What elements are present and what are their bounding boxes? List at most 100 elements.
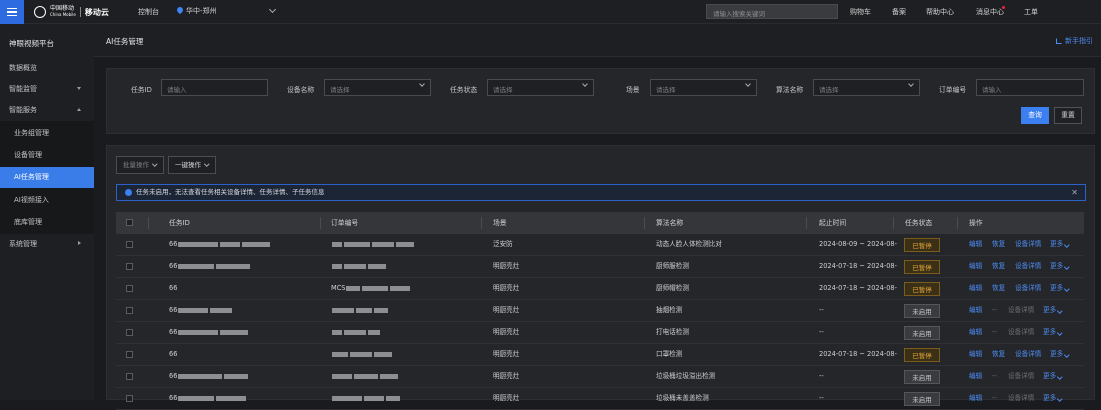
time-cell: -- [819, 306, 824, 314]
more-menu[interactable]: 更多 [1043, 366, 1063, 388]
device-detail-link[interactable]: 设备详情 [1008, 366, 1034, 388]
restore-link[interactable]: 恢复 [992, 278, 1005, 300]
order-cell [331, 234, 476, 256]
edit-link[interactable]: 编辑 [969, 344, 982, 366]
menu-button[interactable] [0, 0, 24, 24]
device-select[interactable]: 请选择 [324, 79, 431, 96]
header-time: 起止时间 [819, 219, 847, 227]
logo[interactable]: 中国移动 China Mobile 移动云 [34, 5, 109, 19]
chevron-down-icon [1064, 263, 1070, 269]
more-menu[interactable]: 更多 [1043, 322, 1063, 344]
sidebar-item-base-library[interactable]: 底库管理 [0, 212, 94, 233]
device-detail-link[interactable]: 设备详情 [1008, 322, 1034, 344]
row-checkbox[interactable] [126, 373, 133, 380]
time-cell: -- [819, 372, 824, 380]
sidebar-item-business-group[interactable]: 业务组管理 [0, 123, 94, 144]
restore-link[interactable]: 恢复 [992, 256, 1005, 278]
guide-link[interactable]: 新手指引 [1056, 36, 1093, 46]
scene-select[interactable]: 请选择 [650, 79, 757, 96]
edit-link[interactable]: 编辑 [969, 366, 982, 388]
device-detail-link[interactable]: 设备详情 [1008, 300, 1034, 322]
logo-cm-text: 中国移动 [50, 5, 75, 12]
batch-ops-button[interactable]: 批量操作 [116, 156, 164, 174]
time-cell: 2024-08-09 ~ 2024-08- [819, 240, 897, 248]
order-cell [331, 300, 476, 322]
more-menu[interactable]: 更多 [1050, 234, 1070, 256]
edit-link[interactable]: 编辑 [969, 256, 982, 278]
algo-cell: 打电话检测 [656, 328, 689, 336]
edit-link[interactable]: 编辑 [969, 388, 982, 410]
redacted-block [332, 329, 342, 335]
restore-link[interactable]: 恢复 [992, 344, 1005, 366]
sidebar-item-ai-video[interactable]: AI视频接入 [0, 190, 94, 211]
redacted-block [178, 241, 219, 247]
more-menu[interactable]: 更多 [1050, 344, 1070, 366]
device-detail-link[interactable]: 设备详情 [1008, 388, 1034, 410]
more-menu[interactable]: 更多 [1043, 388, 1063, 410]
select-all-checkbox[interactable] [126, 219, 133, 226]
region-selector[interactable]: 华中-郑州 [177, 5, 276, 16]
ticket-link[interactable]: 工单 [1024, 7, 1038, 17]
row-checkbox[interactable] [126, 329, 133, 336]
table-row: 66 明厨亮灶 打电话检测 -- 未启用 编辑 -- 设备详情 更多 [116, 322, 1084, 344]
device-detail-link[interactable]: 设备详情 [1015, 344, 1041, 366]
chevron-down-icon [152, 161, 158, 167]
reset-button[interactable]: 重置 [1054, 107, 1082, 124]
redacted-block [374, 307, 388, 313]
algo-cell: 垃圾桶垃圾溢出检测 [656, 372, 716, 380]
row-checkbox[interactable] [126, 285, 133, 292]
redacted-block [390, 285, 411, 291]
row-checkbox[interactable] [126, 241, 133, 248]
algo-cell: 厨师帽检测 [656, 284, 689, 292]
status-badge: 未启用 [904, 370, 940, 384]
row-checkbox[interactable] [126, 351, 133, 358]
restore-link[interactable]: -- [992, 322, 997, 344]
task-id-input[interactable]: 请输入 [161, 79, 268, 96]
one-key-ops-button[interactable]: 一键操作 [168, 156, 216, 174]
order-input[interactable]: 请输入 [976, 79, 1084, 96]
china-mobile-logo-icon [34, 6, 46, 18]
filing-link[interactable]: 备案 [892, 7, 906, 17]
row-checkbox[interactable] [126, 263, 133, 270]
help-center-link[interactable]: 帮助中心 [926, 7, 954, 17]
device-detail-link[interactable]: 设备详情 [1015, 278, 1041, 300]
sidebar-item-device[interactable]: 设备管理 [0, 145, 94, 166]
sidebar-item-ai-task[interactable]: AI任务管理 [0, 167, 94, 188]
edit-link[interactable]: 编辑 [969, 278, 982, 300]
more-menu[interactable]: 更多 [1050, 256, 1070, 278]
redacted-block [344, 263, 366, 269]
close-icon[interactable]: ✕ [1071, 185, 1078, 200]
more-menu[interactable]: 更多 [1050, 278, 1070, 300]
restore-link[interactable]: -- [992, 366, 997, 388]
restore-link[interactable]: 恢复 [992, 234, 1005, 256]
status-select[interactable]: 请选择 [487, 79, 594, 96]
chevron-down-icon [908, 81, 914, 87]
chevron-down-icon [1057, 373, 1063, 379]
search-input[interactable]: 请输入搜索关键词 [706, 4, 838, 19]
task-id-cell: 66 [169, 322, 314, 344]
edit-link[interactable]: 编辑 [969, 234, 982, 256]
algo-select[interactable]: 请选择 [813, 79, 920, 96]
edit-link[interactable]: 编辑 [969, 322, 982, 344]
device-detail-link[interactable]: 设备详情 [1015, 234, 1041, 256]
cart-link[interactable]: 购物车 [850, 7, 871, 17]
console-link[interactable]: 控制台 [138, 7, 159, 17]
restore-link[interactable]: -- [992, 300, 997, 322]
row-checkbox[interactable] [126, 395, 133, 402]
task-id-cell: 66 [169, 284, 178, 292]
restore-link[interactable]: -- [992, 388, 997, 410]
time-cell: 2024-07-18 ~ 2024-08- [819, 284, 897, 292]
time-cell: 2024-07-18 ~ 2024-08- [819, 262, 897, 270]
sidebar-item-system[interactable]: 系统管理 [0, 234, 94, 255]
query-button[interactable]: 查询 [1021, 107, 1049, 124]
edit-link[interactable]: 编辑 [969, 300, 982, 322]
sidebar-item-overview[interactable]: 数据概览 [0, 58, 94, 79]
row-checkbox[interactable] [126, 307, 133, 314]
sidebar-item-smart-supervision[interactable]: 智能监管 [0, 79, 94, 100]
more-menu[interactable]: 更多 [1043, 300, 1063, 322]
message-center-link[interactable]: 消息中心 [976, 7, 1004, 17]
scene-cell: 明厨亮灶 [493, 262, 520, 270]
chevron-down-icon [582, 81, 588, 87]
sidebar-item-smart-service[interactable]: 智能服务 [0, 100, 94, 121]
device-detail-link[interactable]: 设备详情 [1015, 256, 1041, 278]
